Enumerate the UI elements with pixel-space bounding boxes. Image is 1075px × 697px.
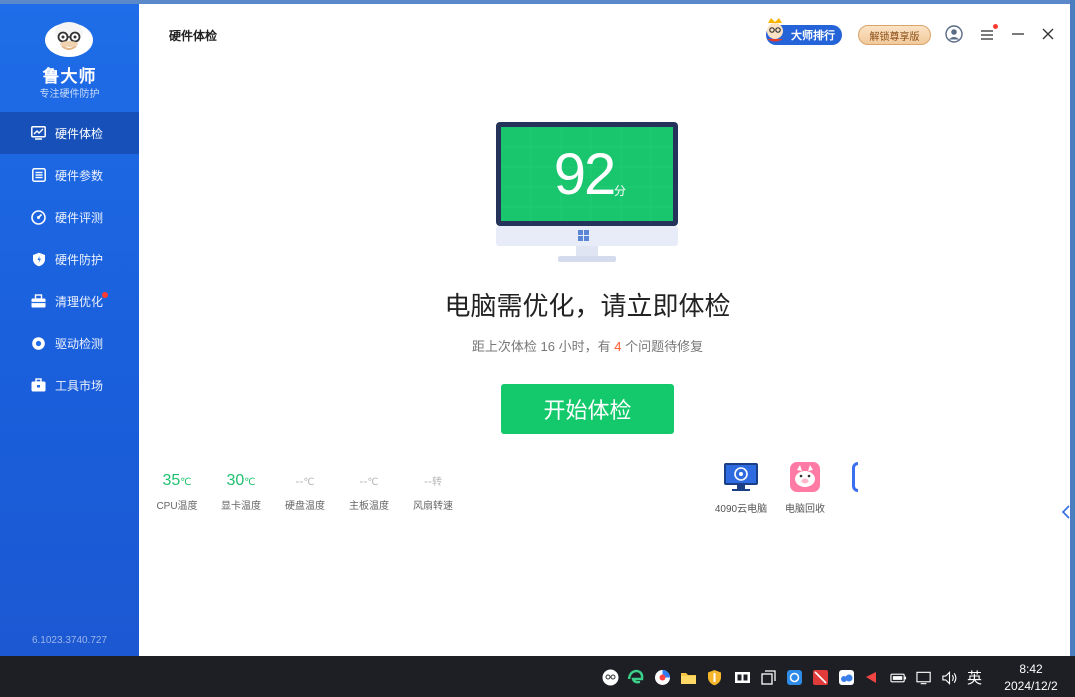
stat-value: 30℃ <box>211 470 271 492</box>
user-avatar-icon[interactable] <box>944 24 964 44</box>
ranking-avatar-icon <box>767 18 783 42</box>
briefcase-icon <box>31 378 46 393</box>
ludashi-logo-icon <box>45 22 93 57</box>
status-headline: 电脑需优化，请立即体检 <box>444 291 731 321</box>
stat-label: 硬盘温度 <box>285 501 325 512</box>
stat-board-temp: --℃ 主板温度 <box>339 470 399 512</box>
stat-label: 主板温度 <box>349 501 389 512</box>
tray-battery-icon[interactable] <box>890 669 907 686</box>
side-panel-toggle-icon[interactable] <box>1060 500 1072 524</box>
stat-fan-speed: --转 风扇转速 <box>403 470 463 512</box>
tool-pc-recycle[interactable]: 电脑回收 <box>782 462 828 515</box>
sidebar: 鲁大师 专注硬件防护 硬件体检 硬件参数 硬件评测 硬件防护 清理优化 驱动检测… <box>0 4 139 656</box>
sidebar-item-tool-market[interactable]: 工具市场 <box>0 364 139 406</box>
taskbar-clock[interactable]: 8:42 2024/12/2 <box>996 661 1066 695</box>
gauge-icon <box>31 209 46 225</box>
tool-partial-icon <box>852 462 858 492</box>
sidebar-item-label: 驱动检测 <box>55 336 104 351</box>
sidebar-item-label: 硬件参数 <box>55 168 104 183</box>
stat-value: 35℃ <box>147 470 207 492</box>
master-ranking-button[interactable]: 大师排行 <box>766 18 842 45</box>
tray-security-shield-icon[interactable] <box>706 669 723 686</box>
toolbox-icon <box>31 294 46 309</box>
menu-notification-dot <box>993 24 998 29</box>
tool-more-clipped[interactable] <box>850 462 858 497</box>
monitor-chart-icon <box>31 126 46 141</box>
desktop-background-right <box>1070 0 1075 656</box>
tray-folder-icon[interactable] <box>680 669 697 686</box>
sidebar-item-driver-check[interactable]: 驱动检测 <box>0 322 139 364</box>
clock-time: 8:42 <box>1019 662 1043 676</box>
status-subline: 距上次体检 16 小时，有 4 个问题待修复 <box>300 336 875 355</box>
tray-network-icon[interactable] <box>916 669 933 686</box>
tray-app-blue-icon[interactable] <box>786 669 803 686</box>
sidebar-item-hardware-check[interactable]: 硬件体检 <box>0 112 139 154</box>
tray-volume-icon[interactable] <box>941 669 958 686</box>
sidebar-item-label: 清理优化 <box>55 294 104 309</box>
gear-icon <box>31 336 46 351</box>
sidebar-item-label: 硬件评测 <box>55 210 104 225</box>
master-ranking-label: 大师排行 <box>791 30 835 42</box>
stat-cpu-temp: 35℃ CPU温度 <box>147 470 207 512</box>
tray-browser-icon[interactable] <box>654 669 671 686</box>
tool-label: 电脑回收 <box>785 504 825 515</box>
sidebar-item-cleanup[interactable]: 清理优化 <box>0 280 139 322</box>
sidebar-item-label: 硬件体检 <box>55 126 104 141</box>
unlock-premium-button[interactable]: 解锁尊享版 <box>858 25 931 45</box>
tray-app-red-icon[interactable] <box>812 669 829 686</box>
list-icon <box>31 168 46 183</box>
stat-unit: ℃ <box>244 477 256 488</box>
tray-ludashi-icon[interactable] <box>602 669 619 686</box>
tool-label: 4090云电脑 <box>714 504 768 515</box>
health-score-unit: 分 <box>614 184 627 198</box>
subline-prefix: 距上次体检 16 小时，有 <box>471 339 615 354</box>
clock-date: 2024/12/2 <box>1004 679 1058 693</box>
stat-unit: 转 <box>432 477 442 488</box>
tray-cloud-icon[interactable] <box>838 669 855 686</box>
stat-value: --℃ <box>275 470 335 492</box>
health-score-value: 92 <box>553 142 617 207</box>
tray-reader-icon[interactable] <box>734 669 751 686</box>
sidebar-item-hardware-protection[interactable]: 硬件防护 <box>0 238 139 280</box>
sidebar-item-label: 工具市场 <box>55 378 104 393</box>
notification-badge <box>102 292 108 298</box>
app-window: 鲁大师 专注硬件防护 硬件体检 硬件参数 硬件评测 硬件防护 清理优化 驱动检测… <box>0 4 1070 656</box>
tool-cloud-pc[interactable]: 4090云电脑 <box>712 462 770 515</box>
windows-taskbar <box>0 656 1075 697</box>
stat-number: 35 <box>162 472 181 489</box>
stat-label: 风扇转速 <box>413 501 453 512</box>
input-language-indicator[interactable]: 英 <box>967 667 982 688</box>
brand-name: 鲁大师 <box>42 67 97 86</box>
shield-icon <box>31 252 46 267</box>
tray-multitask-icon[interactable] <box>760 669 777 686</box>
sidebar-item-hardware-benchmark[interactable]: 硬件评测 <box>0 196 139 238</box>
stat-value: --转 <box>403 470 463 492</box>
minimize-icon[interactable] <box>1008 24 1028 44</box>
tray-edge-icon[interactable] <box>627 669 644 686</box>
piggy-icon <box>790 462 820 492</box>
brand-slogan: 专注硬件防护 <box>39 89 100 100</box>
stat-gpu-temp: 30℃ 显卡温度 <box>211 470 271 512</box>
stat-unit: ℃ <box>303 477 315 488</box>
sidebar-nav: 硬件体检 硬件参数 硬件评测 硬件防护 清理优化 驱动检测 工具市场 <box>0 112 139 406</box>
close-icon[interactable] <box>1038 24 1058 44</box>
stat-label: 显卡温度 <box>221 501 261 512</box>
start-check-button[interactable]: 开始体检 <box>501 384 674 434</box>
page-title: 硬件体检 <box>169 29 218 43</box>
stat-value: --℃ <box>339 470 399 492</box>
tray-flag-icon[interactable] <box>862 669 879 686</box>
sidebar-item-hardware-params[interactable]: 硬件参数 <box>0 154 139 196</box>
version-label: 6.1023.3740.727 <box>31 635 108 646</box>
sidebar-item-label: 硬件防护 <box>55 252 104 267</box>
stat-label: CPU温度 <box>156 501 198 512</box>
stat-unit: ℃ <box>180 477 192 488</box>
stat-number: 30 <box>226 472 245 489</box>
stat-disk-temp: --℃ 硬盘温度 <box>275 470 335 512</box>
stat-number: -- <box>424 474 432 488</box>
subline-suffix: 个问题待修复 <box>621 339 704 354</box>
stat-unit: ℃ <box>367 477 379 488</box>
cloud-pc-icon <box>724 463 758 491</box>
